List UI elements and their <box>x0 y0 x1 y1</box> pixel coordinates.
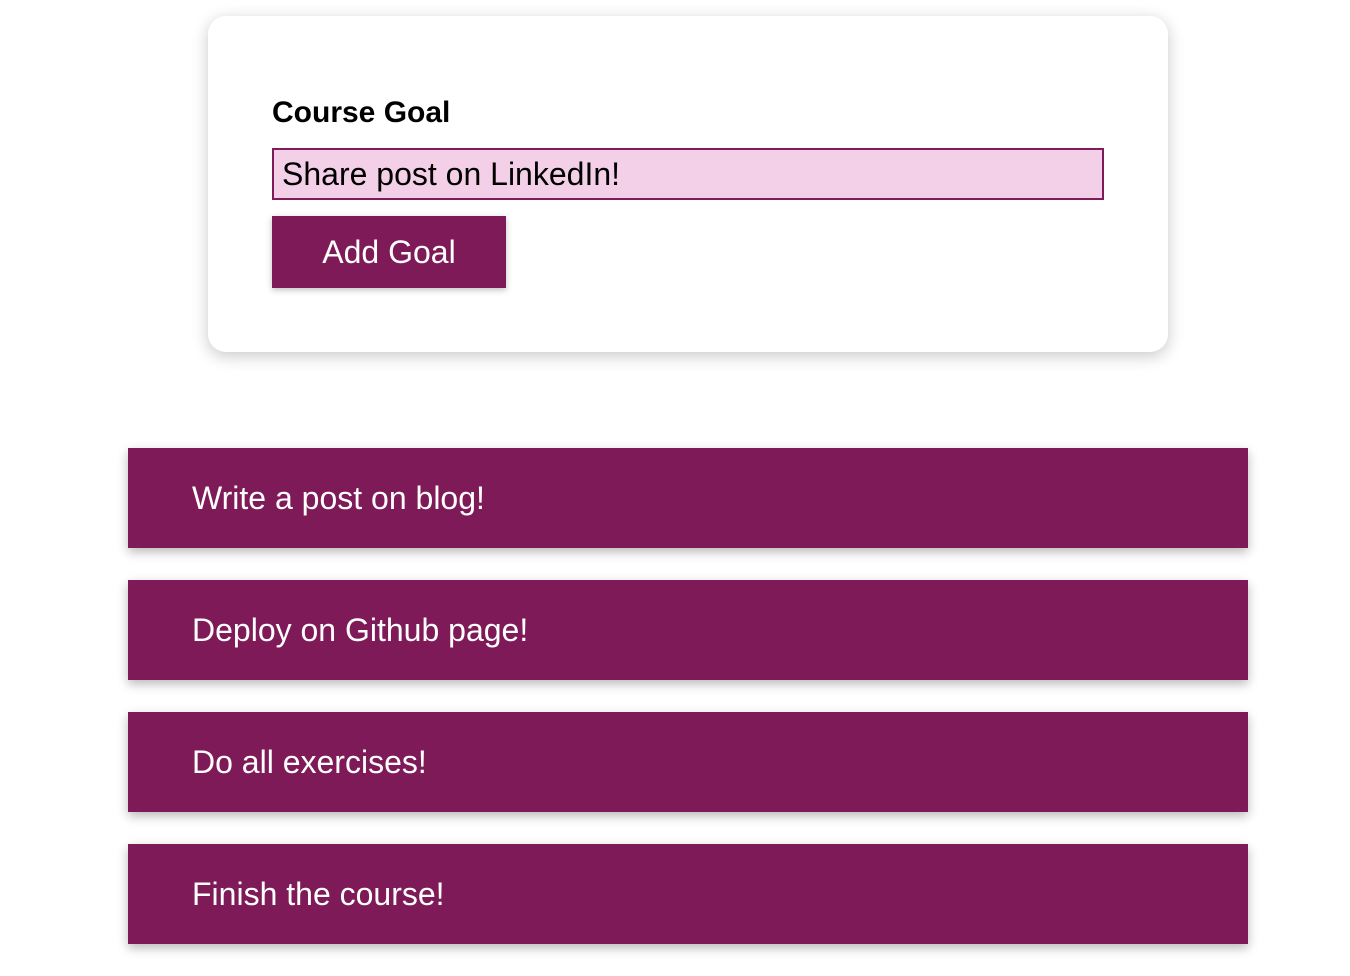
goal-form-card: Course Goal Add Goal <box>208 16 1168 352</box>
goal-item[interactable]: Finish the course! <box>128 844 1248 944</box>
goal-item[interactable]: Write a post on blog! <box>128 448 1248 548</box>
course-goal-input[interactable] <box>272 148 1104 200</box>
goal-list: Write a post on blog! Deploy on Github p… <box>128 448 1248 976</box>
course-goal-label: Course Goal <box>272 96 451 129</box>
goal-item[interactable]: Deploy on Github page! <box>128 580 1248 680</box>
goal-item[interactable]: Do all exercises! <box>128 712 1248 812</box>
add-goal-button[interactable]: Add Goal <box>272 216 506 288</box>
